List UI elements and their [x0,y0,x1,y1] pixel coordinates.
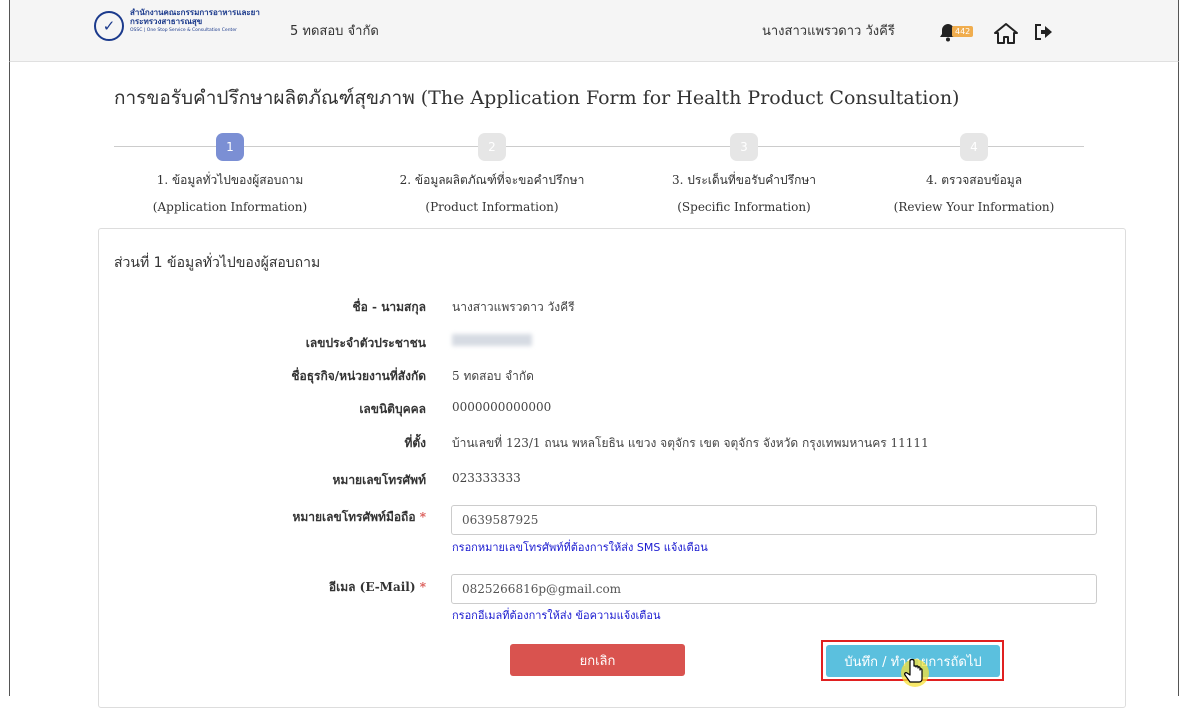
email-input[interactable]: 0825266816p@gmail.com [451,574,1097,604]
required-mark: * [419,580,426,594]
email-label-text: อีเมล (E-Mail) [328,580,416,594]
cancel-button[interactable]: ยกเลิก [510,644,685,676]
juristic-id-value: 0000000000000 [452,400,552,414]
address-label: ที่ตั้ง [404,436,426,450]
phone-label: หมายเลขโทรศัพท์ [332,473,427,487]
mobile-label-text: หมายเลขโทรศัพท์มือถือ [292,510,416,524]
notification-badge[interactable]: 442 [952,26,974,37]
business-value: 5 ทดสอบ จำกัด [452,369,534,383]
section-title: ส่วนที่ 1 ข้อมูลทั่วไปของผู้สอบถาม [114,255,321,271]
hand-cursor-icon [901,658,929,687]
name-value: นางสาวแพรวดาว วังคีรี [452,300,575,314]
business-label: ชื่อธุรกิจ/หน่วยงานที่สังกัด [291,369,426,383]
step-4[interactable]: 4 4. ตรวจสอบข้อมูล (Review Your Informat… [874,133,1074,214]
email-label: อีเมล (E-Mail) * [329,578,426,597]
juristic-id-label: เลขนิติบุคคล [359,402,426,416]
page-title: การขอรับคำปรึกษาผลิตภัณฑ์สุขภาพ (The App… [114,87,960,109]
step-2[interactable]: 2 2. ข้อมูลผลิตภัณฑ์ที่จะขอคำปรึกษา (Pro… [392,133,592,214]
step-sublabel: (Review Your Information) [893,200,1055,214]
home-icon[interactable] [994,22,1018,44]
fda-logo[interactable]: ✓ สำนักงานคณะกรรมการอาหารและยา กระทรวงสา… [94,4,284,44]
step-label: 1. ข้อมูลทั่วไปของผู้สอบถาม [156,173,304,187]
form-card [98,228,1126,708]
logo-subtext: OSSC | One Stop Service & Consultation C… [130,28,237,33]
step-number: 1 [216,133,244,161]
user-name[interactable]: นางสาวแพรวดาว วังคีรี [762,20,895,41]
step-sublabel: (Application Information) [152,200,308,214]
company-name: 5 ทดสอบ จำกัด [290,24,379,39]
required-mark: * [419,510,426,524]
id-number-label: เลขประจำตัวประชาชน [305,336,426,350]
step-label: 4. ตรวจสอบข้อมูล [925,173,1023,187]
address-value: บ้านเลขที่ 123/1 ถนน พหลโยธิน แขวง จตุจั… [452,436,929,450]
mobile-hint: กรอกหมายเลขโทรศัพท์ที่ต้องการให้ส่ง SMS … [452,541,708,554]
step-3[interactable]: 3 3. ประเด็นที่ขอรับคำปรึกษา (Specific I… [644,133,844,214]
step-number: 4 [960,133,988,161]
step-sublabel: (Specific Information) [677,200,811,214]
name-label: ชื่อ - นามสกุล [352,300,426,314]
mobile-input[interactable]: 0639587925 [451,505,1097,535]
step-label: 3. ประเด็นที่ขอรับคำปรึกษา [672,173,816,187]
step-number: 2 [478,133,506,161]
fda-logo-emblem-icon: ✓ [94,11,124,41]
email-hint: กรอกอีเมลที่ต้องการให้ส่ง ข้อความแจ้งเตื… [452,609,661,622]
step-1[interactable]: 1 1. ข้อมูลทั่วไปของผู้สอบถาม (Applicati… [130,133,330,214]
id-number-value-redacted [452,334,532,346]
step-label: 2. ข้อมูลผลิตภัณฑ์ที่จะขอคำปรึกษา [399,173,585,187]
step-number: 3 [730,133,758,161]
logout-icon[interactable] [1033,22,1053,42]
logo-text: สำนักงานคณะกรรมการอาหารและยา กระทรวงสาธา… [130,8,260,26]
step-sublabel: (Product Information) [425,200,559,214]
mobile-label: หมายเลขโทรศัพท์มือถือ * [292,508,426,527]
phone-value: 023333333 [452,471,521,485]
